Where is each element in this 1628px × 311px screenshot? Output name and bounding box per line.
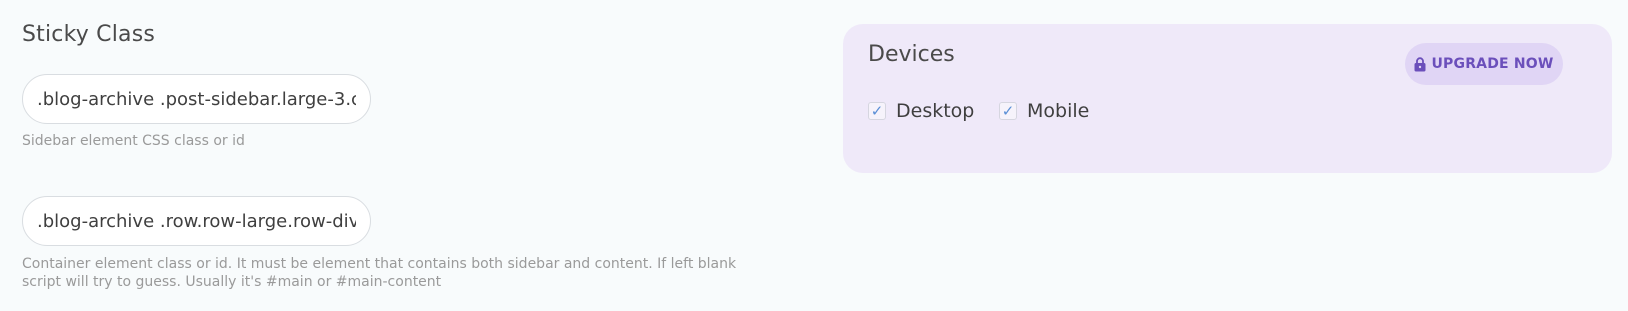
container-class-input[interactable] bbox=[22, 196, 371, 246]
container-class-help: Container element class or id. It must b… bbox=[22, 255, 782, 291]
upgrade-now-button[interactable]: UPGRADE NOW bbox=[1405, 43, 1563, 85]
container-class-help-line-1: Container element class or id. It must b… bbox=[22, 256, 737, 272]
check-icon: ✓ bbox=[1001, 101, 1015, 120]
device-option-desktop[interactable]: ✓ Desktop bbox=[868, 100, 974, 122]
sticky-class-title: Sticky Class bbox=[22, 22, 156, 47]
sidebar-class-help: Sidebar element CSS class or id bbox=[22, 133, 245, 149]
check-icon: ✓ bbox=[870, 101, 884, 120]
device-option-mobile[interactable]: ✓ Mobile bbox=[999, 100, 1089, 122]
desktop-checkbox[interactable]: ✓ bbox=[868, 102, 886, 120]
devices-panel: Devices UPGRADE NOW ✓ Desktop ✓ Mobile bbox=[843, 24, 1612, 173]
mobile-checkbox[interactable]: ✓ bbox=[999, 102, 1017, 120]
lock-icon bbox=[1414, 56, 1426, 72]
mobile-label: Mobile bbox=[1027, 100, 1090, 122]
container-class-help-line-2: script will try to guess. Usually it's #… bbox=[22, 274, 442, 290]
settings-page: Sticky Class Sidebar element CSS class o… bbox=[0, 0, 1628, 311]
desktop-label: Desktop bbox=[896, 100, 975, 122]
upgrade-now-label: UPGRADE NOW bbox=[1431, 56, 1554, 72]
sidebar-class-input[interactable] bbox=[22, 74, 371, 124]
devices-title: Devices bbox=[868, 42, 955, 67]
